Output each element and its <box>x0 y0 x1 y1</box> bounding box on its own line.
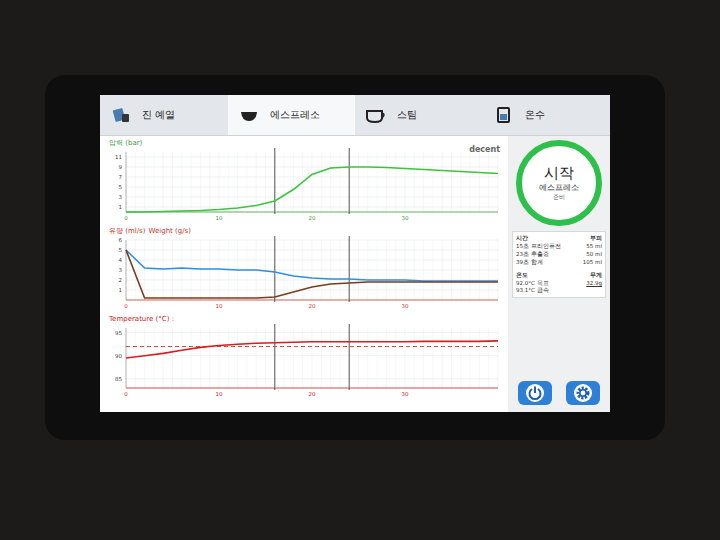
svg-text:30: 30 <box>402 391 409 397</box>
side-panel: 시작 에스프레소 준비 시간 부피 15초 프리인퓨전55 ml23초 추출중50… <box>508 136 610 412</box>
phase-marker <box>349 148 350 214</box>
chart-title: 압력 (bar) <box>109 139 143 147</box>
info-row: 15초 프리인퓨전55 ml <box>516 243 602 250</box>
svg-text:0: 0 <box>124 215 128 221</box>
power-icon <box>526 384 544 402</box>
tab[interactable]: 에스프레소 <box>228 95 356 135</box>
phase-marker <box>274 236 275 302</box>
chart-title: Temperature (°C) : <box>108 315 174 323</box>
svg-text:7: 7 <box>119 174 123 180</box>
svg-text:1: 1 <box>119 204 123 210</box>
svg-text:3: 3 <box>119 194 123 200</box>
svg-text:20: 20 <box>309 303 316 309</box>
phase-marker <box>349 324 350 390</box>
scene: 진 예열 에스프레소 스팀 온수 decent 압력 (bar)13579110… <box>0 0 720 540</box>
espresso-cup-icon <box>238 106 260 124</box>
svg-text:2: 2 <box>119 277 123 283</box>
svg-text:4: 4 <box>119 257 123 263</box>
svg-text:20: 20 <box>309 215 316 221</box>
svg-text:30: 30 <box>402 303 409 309</box>
svg-text:90: 90 <box>115 353 122 359</box>
chart-series <box>126 250 498 281</box>
svg-text:0: 0 <box>124 303 128 309</box>
tab-bar: 진 예열 에스프레소 스팀 온수 <box>100 95 610 136</box>
water-jug-icon <box>493 106 515 124</box>
chart: 유량 (ml/s)Weight (g/s) 1 2 3 4 5 6 0 10 20 30 <box>100 224 505 312</box>
start-button[interactable]: 시작 에스프레소 준비 <box>516 140 602 226</box>
svg-text:10: 10 <box>216 215 223 221</box>
chart-series <box>126 250 498 298</box>
svg-text:1: 1 <box>119 287 123 293</box>
svg-text:3: 3 <box>119 267 123 273</box>
charts: decent 압력 (bar)13579110102030유량 (ml/s)We… <box>100 136 508 412</box>
svg-text:10: 10 <box>216 391 223 397</box>
tab[interactable]: 온수 <box>483 95 611 135</box>
phase-marker <box>274 148 275 214</box>
phase-marker <box>274 324 275 390</box>
weight-header: 무게 <box>590 272 602 279</box>
svg-text:20: 20 <box>309 391 316 397</box>
settings-button[interactable] <box>566 381 600 405</box>
chart: 압력 (bar) 1 3 5 7 9 11 0 10 20 30 <box>100 136 505 224</box>
phase-marker <box>349 236 350 302</box>
screen: 진 예열 에스프레소 스팀 온수 decent 압력 (bar)13579110… <box>100 95 610 412</box>
temp-reading: 93.1°C 급속 <box>516 287 549 294</box>
info-header: 부피 <box>590 235 602 242</box>
info-header: 시간 <box>516 235 528 242</box>
temp-header: 온도 <box>516 272 528 279</box>
preheat-icon <box>110 106 132 124</box>
svg-text:9: 9 <box>119 164 123 170</box>
gear-icon <box>574 384 592 402</box>
chart-series <box>126 346 498 347</box>
decent-logo: decent <box>469 145 500 154</box>
svg-text:6: 6 <box>119 237 123 243</box>
tab[interactable]: 스팀 <box>355 95 483 135</box>
tablet-bezel: 진 예열 에스프레소 스팀 온수 decent 압력 (bar)13579110… <box>45 75 665 440</box>
power-button[interactable] <box>518 381 552 405</box>
chart-series <box>126 167 498 212</box>
temp-reading: 92.0°C 목표 <box>516 280 549 287</box>
chart: Temperature (°C) : 85 90 95 0 10 20 30 <box>100 312 505 400</box>
svg-text:85: 85 <box>115 376 122 382</box>
steam-cup-icon <box>365 106 387 124</box>
tab[interactable]: 진 예열 <box>100 95 228 135</box>
info-row: 23초 추출중50 ml <box>516 251 602 258</box>
info-row: 39초 합계105 ml <box>516 259 602 266</box>
svg-text:5: 5 <box>119 184 123 190</box>
svg-text:30: 30 <box>402 215 409 221</box>
chart-series <box>126 341 498 358</box>
chart-title: 유량 (ml/s)Weight (g/s) <box>109 227 191 235</box>
weight-reading: 32.9g <box>586 280 602 294</box>
svg-text:0: 0 <box>124 391 128 397</box>
svg-text:95: 95 <box>115 330 122 336</box>
svg-text:10: 10 <box>216 303 223 309</box>
svg-text:11: 11 <box>115 154 122 160</box>
shot-info: 시간 부피 15초 프리인퓨전55 ml23초 추출중50 ml39초 합계105… <box>512 231 606 298</box>
svg-text:5: 5 <box>119 247 123 253</box>
